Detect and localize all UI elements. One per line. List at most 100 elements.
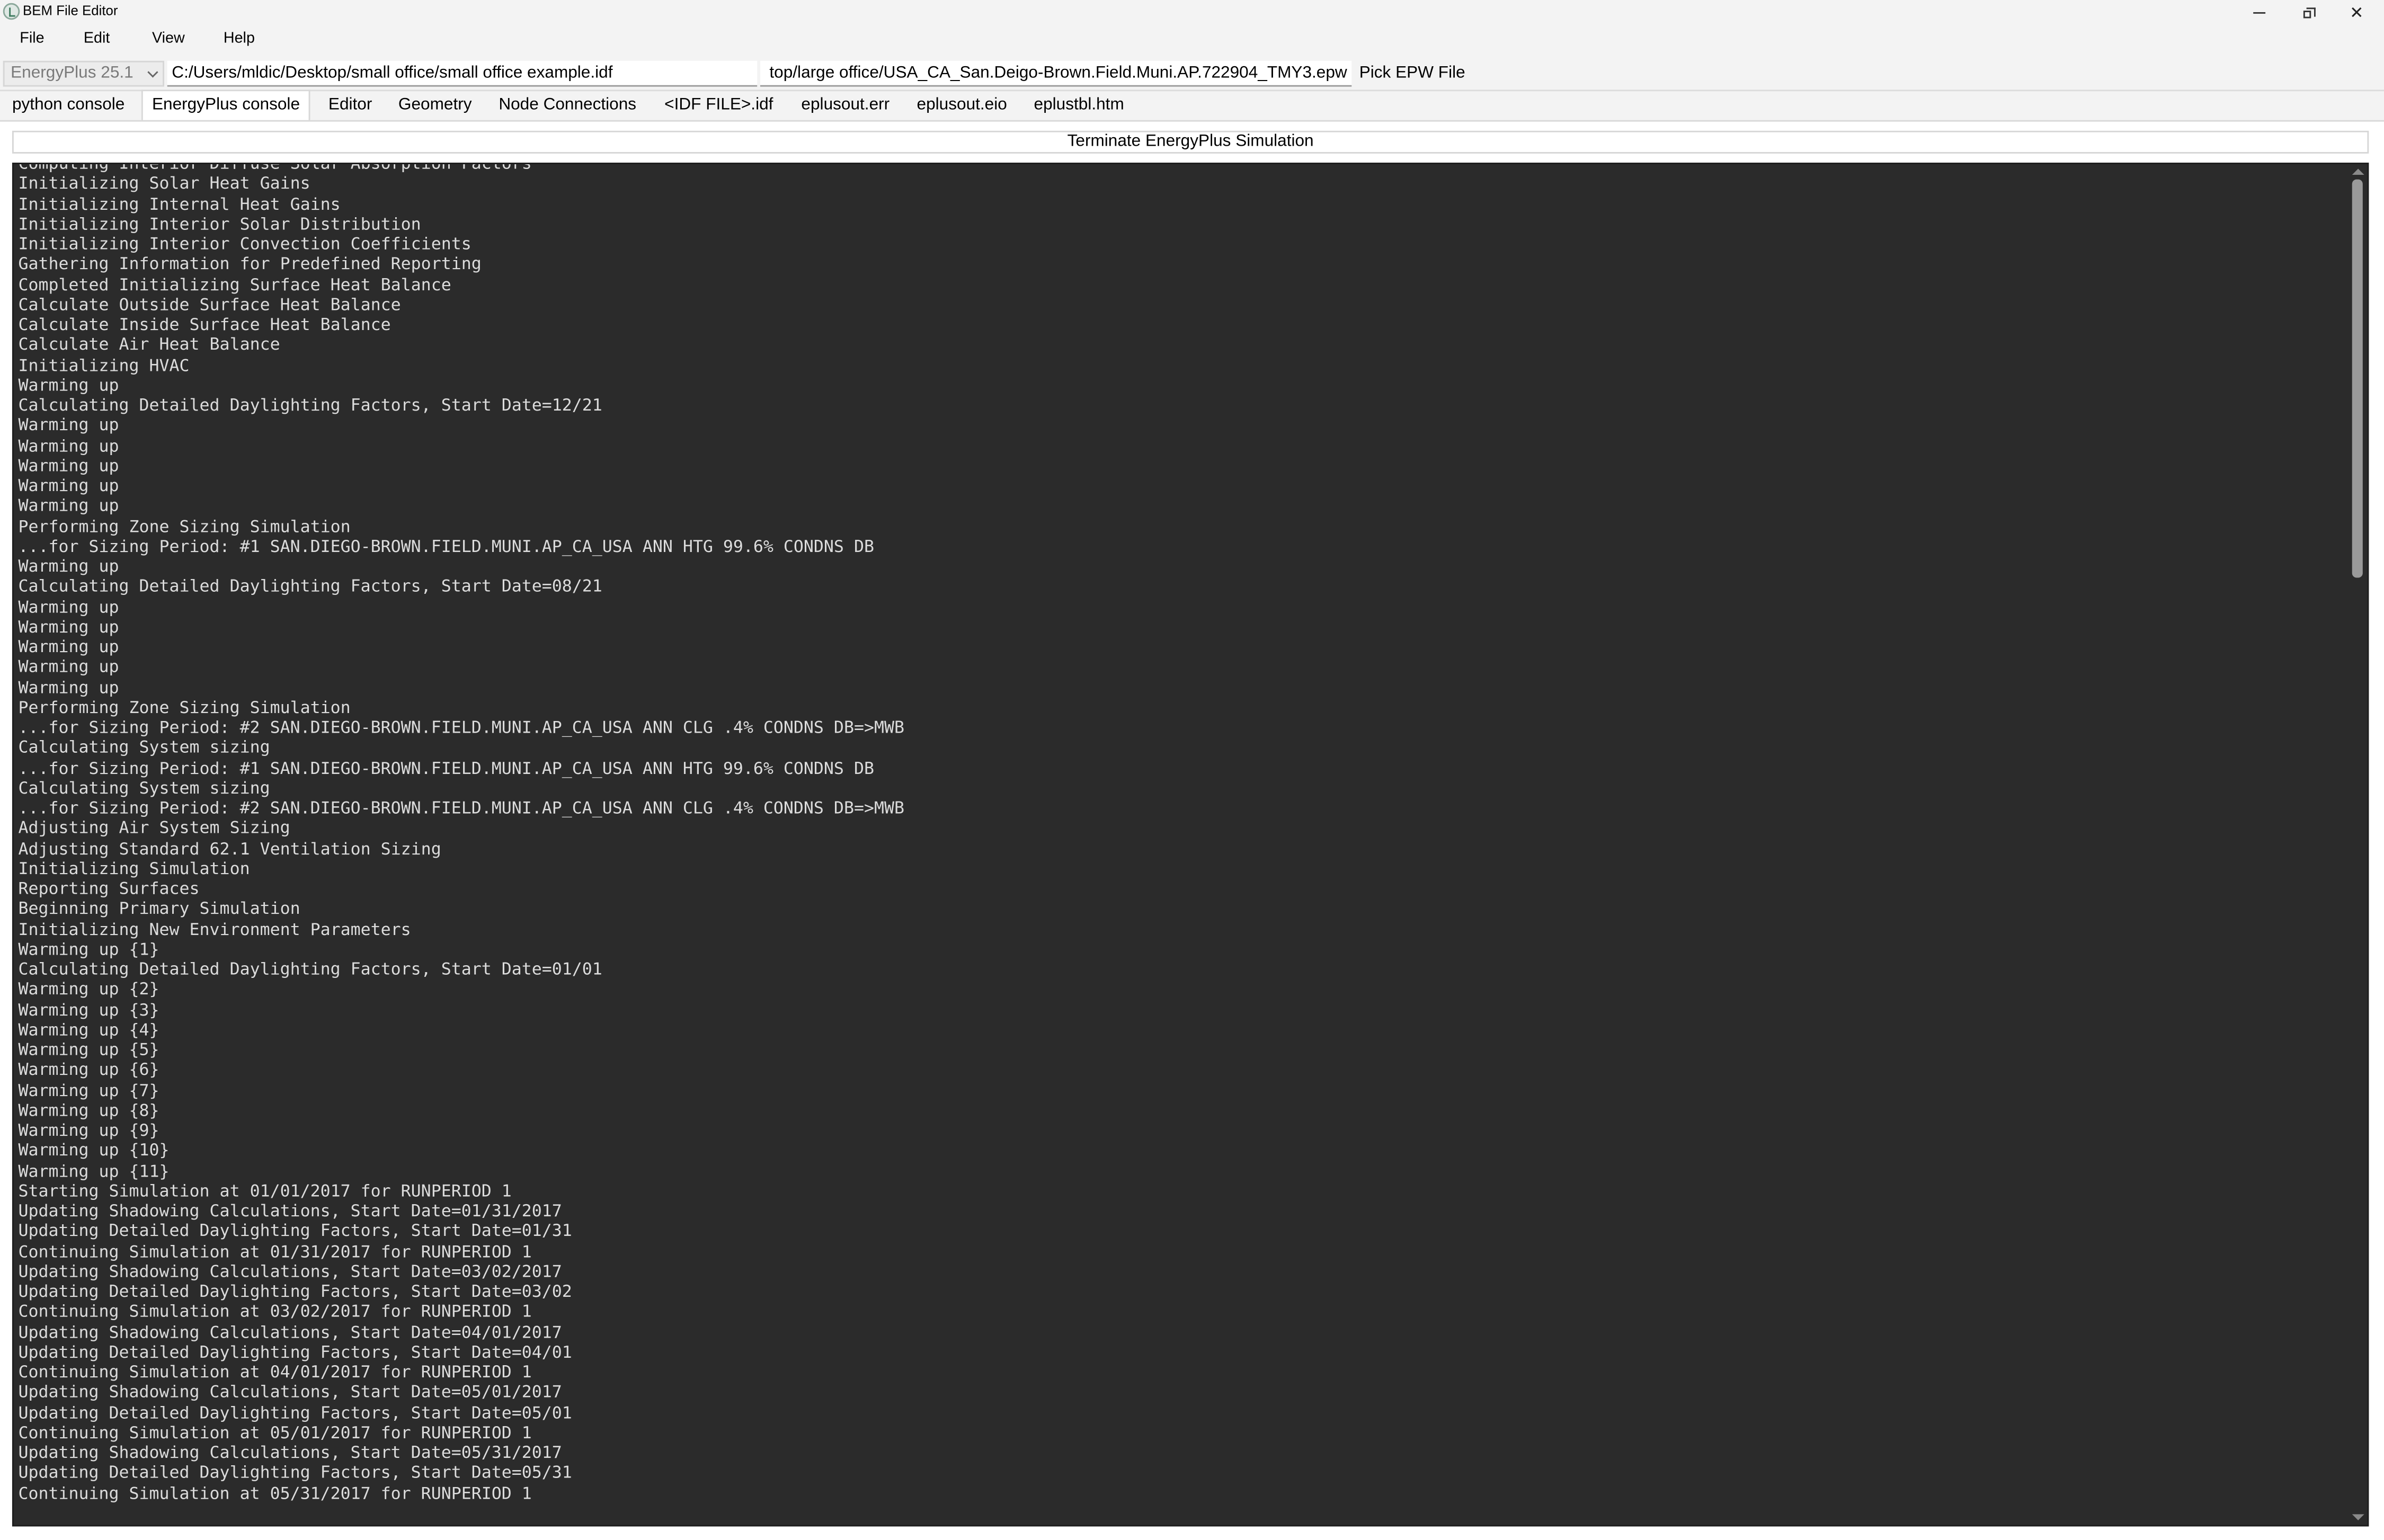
console-line: Warming up {2}	[18, 979, 159, 1000]
epw-path-input[interactable]	[760, 60, 1352, 87]
console-line: Updating Detailed Daylighting Factors, S…	[18, 1402, 572, 1422]
console-line: Warming up {10}	[18, 1141, 170, 1161]
restore-button[interactable]	[2284, 0, 2333, 24]
console-line: Warming up {6}	[18, 1060, 159, 1080]
console-line: ...for Sizing Period: #2 SAN.DIEGO-BROWN…	[18, 717, 905, 737]
console-line: Continuing Simulation at 05/01/2017 for …	[18, 1422, 532, 1443]
console-line: Warming up	[18, 456, 119, 476]
console-line: Starting Simulation at 01/01/2017 for RU…	[18, 1181, 512, 1201]
console-line: Warming up {11}	[18, 1161, 170, 1181]
terminate-simulation-button[interactable]: Terminate EnergyPlus Simulation	[12, 130, 2369, 154]
console-line: Warming up {1}	[18, 939, 159, 959]
console-line: Continuing Simulation at 03/02/2017 for …	[18, 1302, 532, 1322]
console-output[interactable]: Computing Interior Diffuse Solar Absorpt…	[12, 163, 2369, 1527]
tab-eplusout-err[interactable]: eplusout.err	[792, 91, 899, 120]
console-line: Warming up {5}	[18, 1040, 159, 1060]
console-line: Calculating System sizing	[18, 778, 270, 798]
console-line: Warming up	[18, 637, 119, 657]
console-line: Updating Detailed Daylighting Factors, S…	[18, 1463, 572, 1483]
console-line: Calculating System sizing	[18, 737, 270, 758]
console-line: Warming up	[18, 435, 119, 456]
version-value: EnergyPlus 25.1	[11, 64, 134, 82]
title-bar: BEM File Editor ✕	[0, 0, 2384, 24]
console-line: Warming up	[18, 597, 119, 617]
chevron-down-icon	[147, 67, 158, 78]
console-line: Warming up {8}	[18, 1100, 159, 1120]
console-line: Warming up {4}	[18, 1019, 159, 1040]
console-line: Warming up {9}	[18, 1120, 159, 1141]
close-icon: ✕	[2350, 4, 2364, 22]
tab-editor[interactable]: Editor	[319, 91, 381, 120]
tab-eplusout-eio[interactable]: eplusout.eio	[908, 91, 1016, 120]
menu-file[interactable]: File	[20, 30, 44, 47]
console-line: Calculating Detailed Daylighting Factors…	[18, 395, 602, 415]
console-line: Gathering Information for Predefined Rep…	[18, 254, 482, 274]
energyplus-console-panel: Terminate EnergyPlus Simulation Computin…	[0, 120, 2384, 1540]
console-line: Initializing Internal Heat Gains	[18, 193, 341, 214]
menu-edit[interactable]: Edit	[84, 30, 110, 47]
tab-idf-file[interactable]: <IDF FILE>.idf	[655, 91, 782, 120]
console-line: Warming up	[18, 657, 119, 677]
app-logo-icon	[3, 3, 20, 20]
console-line: Updating Shadowing Calculations, Start D…	[18, 1261, 562, 1281]
tab-bar: python console EnergyPlus console Editor…	[0, 90, 2384, 122]
console-line: Performing Zone Sizing Simulation	[18, 516, 351, 536]
console-line: ...for Sizing Period: #2 SAN.DIEGO-BROWN…	[18, 798, 905, 818]
console-lines: Computing Interior Diffuse Solar Absorpt…	[18, 163, 2346, 1503]
scrollbar-thumb[interactable]	[2352, 179, 2363, 578]
console-line: Completed Initializing Surface Heat Bala…	[18, 274, 451, 295]
console-line: Warming up	[18, 617, 119, 637]
console-line: Calculate Air Heat Balance	[18, 335, 280, 355]
console-line: Warming up	[18, 556, 119, 576]
console-line: Continuing Simulation at 04/01/2017 for …	[18, 1362, 532, 1382]
console-line: Computing Interior Diffuse Solar Absorpt…	[18, 163, 532, 174]
pick-epw-button[interactable]: Pick EPW File	[1356, 61, 1468, 87]
console-line: Updating Shadowing Calculations, Start D…	[18, 1382, 562, 1402]
console-line: Warming up	[18, 476, 119, 496]
minimize-button[interactable]	[2235, 0, 2284, 24]
app-window: BEM File Editor ✕ File Edit View Help En…	[0, 0, 2384, 1540]
console-line: Updating Shadowing Calculations, Start D…	[18, 1443, 562, 1463]
console-line: Initializing Simulation	[18, 858, 250, 879]
menu-help[interactable]: Help	[224, 30, 255, 47]
minimize-icon	[2253, 11, 2266, 13]
console-line: Adjusting Standard 62.1 Ventilation Sizi…	[18, 838, 441, 859]
console-line: Warming up {3}	[18, 999, 159, 1020]
tab-energyplus-console[interactable]: EnergyPlus console	[141, 90, 311, 122]
console-line: ...for Sizing Period: #1 SAN.DIEGO-BROWN…	[18, 536, 874, 556]
restore-icon	[2302, 6, 2315, 18]
energyplus-version-select[interactable]: EnergyPlus 25.1	[3, 60, 164, 87]
console-line: Calculating Detailed Daylighting Factors…	[18, 959, 602, 980]
console-line: Continuing Simulation at 05/31/2017 for …	[18, 1483, 532, 1503]
console-line: Updating Detailed Daylighting Factors, S…	[18, 1221, 572, 1241]
console-line: Warming up {7}	[18, 1080, 159, 1100]
console-line: Updating Detailed Daylighting Factors, S…	[18, 1342, 572, 1362]
console-line: Continuing Simulation at 01/31/2017 for …	[18, 1241, 532, 1261]
window-title: BEM File Editor	[23, 3, 118, 19]
console-line: Warming up	[18, 375, 119, 395]
tab-geometry[interactable]: Geometry	[389, 91, 481, 120]
close-button[interactable]: ✕	[2332, 0, 2381, 24]
console-line: ...for Sizing Period: #1 SAN.DIEGO-BROWN…	[18, 758, 874, 778]
console-line: Calculate Inside Surface Heat Balance	[18, 315, 391, 335]
console-line: Performing Zone Sizing Simulation	[18, 697, 351, 717]
console-line: Beginning Primary Simulation	[18, 898, 300, 919]
console-line: Updating Shadowing Calculations, Start D…	[18, 1201, 562, 1221]
scroll-up-icon[interactable]	[2352, 168, 2364, 175]
tab-node-connections[interactable]: Node Connections	[490, 91, 645, 120]
console-line: Initializing HVAC	[18, 355, 190, 375]
tab-python-console[interactable]: python console	[3, 91, 134, 120]
menu-view[interactable]: View	[152, 30, 185, 47]
console-line: Calculating Detailed Daylighting Factors…	[18, 576, 602, 597]
console-line: Initializing Solar Heat Gains	[18, 173, 310, 194]
scroll-down-icon[interactable]	[2352, 1514, 2364, 1520]
console-line: Warming up	[18, 677, 119, 697]
console-line: Initializing Interior Solar Distribution	[18, 213, 421, 234]
idf-path-input[interactable]	[167, 60, 758, 87]
tab-eplustbl-htm[interactable]: eplustbl.htm	[1025, 91, 1133, 120]
console-scrollbar[interactable]	[2349, 164, 2368, 1525]
console-line: Initializing New Environment Parameters	[18, 919, 411, 939]
menu-bar: File Edit View Help	[0, 24, 2384, 57]
console-line: Adjusting Air System Sizing	[18, 818, 290, 839]
console-line: Initializing Interior Convection Coeffic…	[18, 234, 472, 254]
